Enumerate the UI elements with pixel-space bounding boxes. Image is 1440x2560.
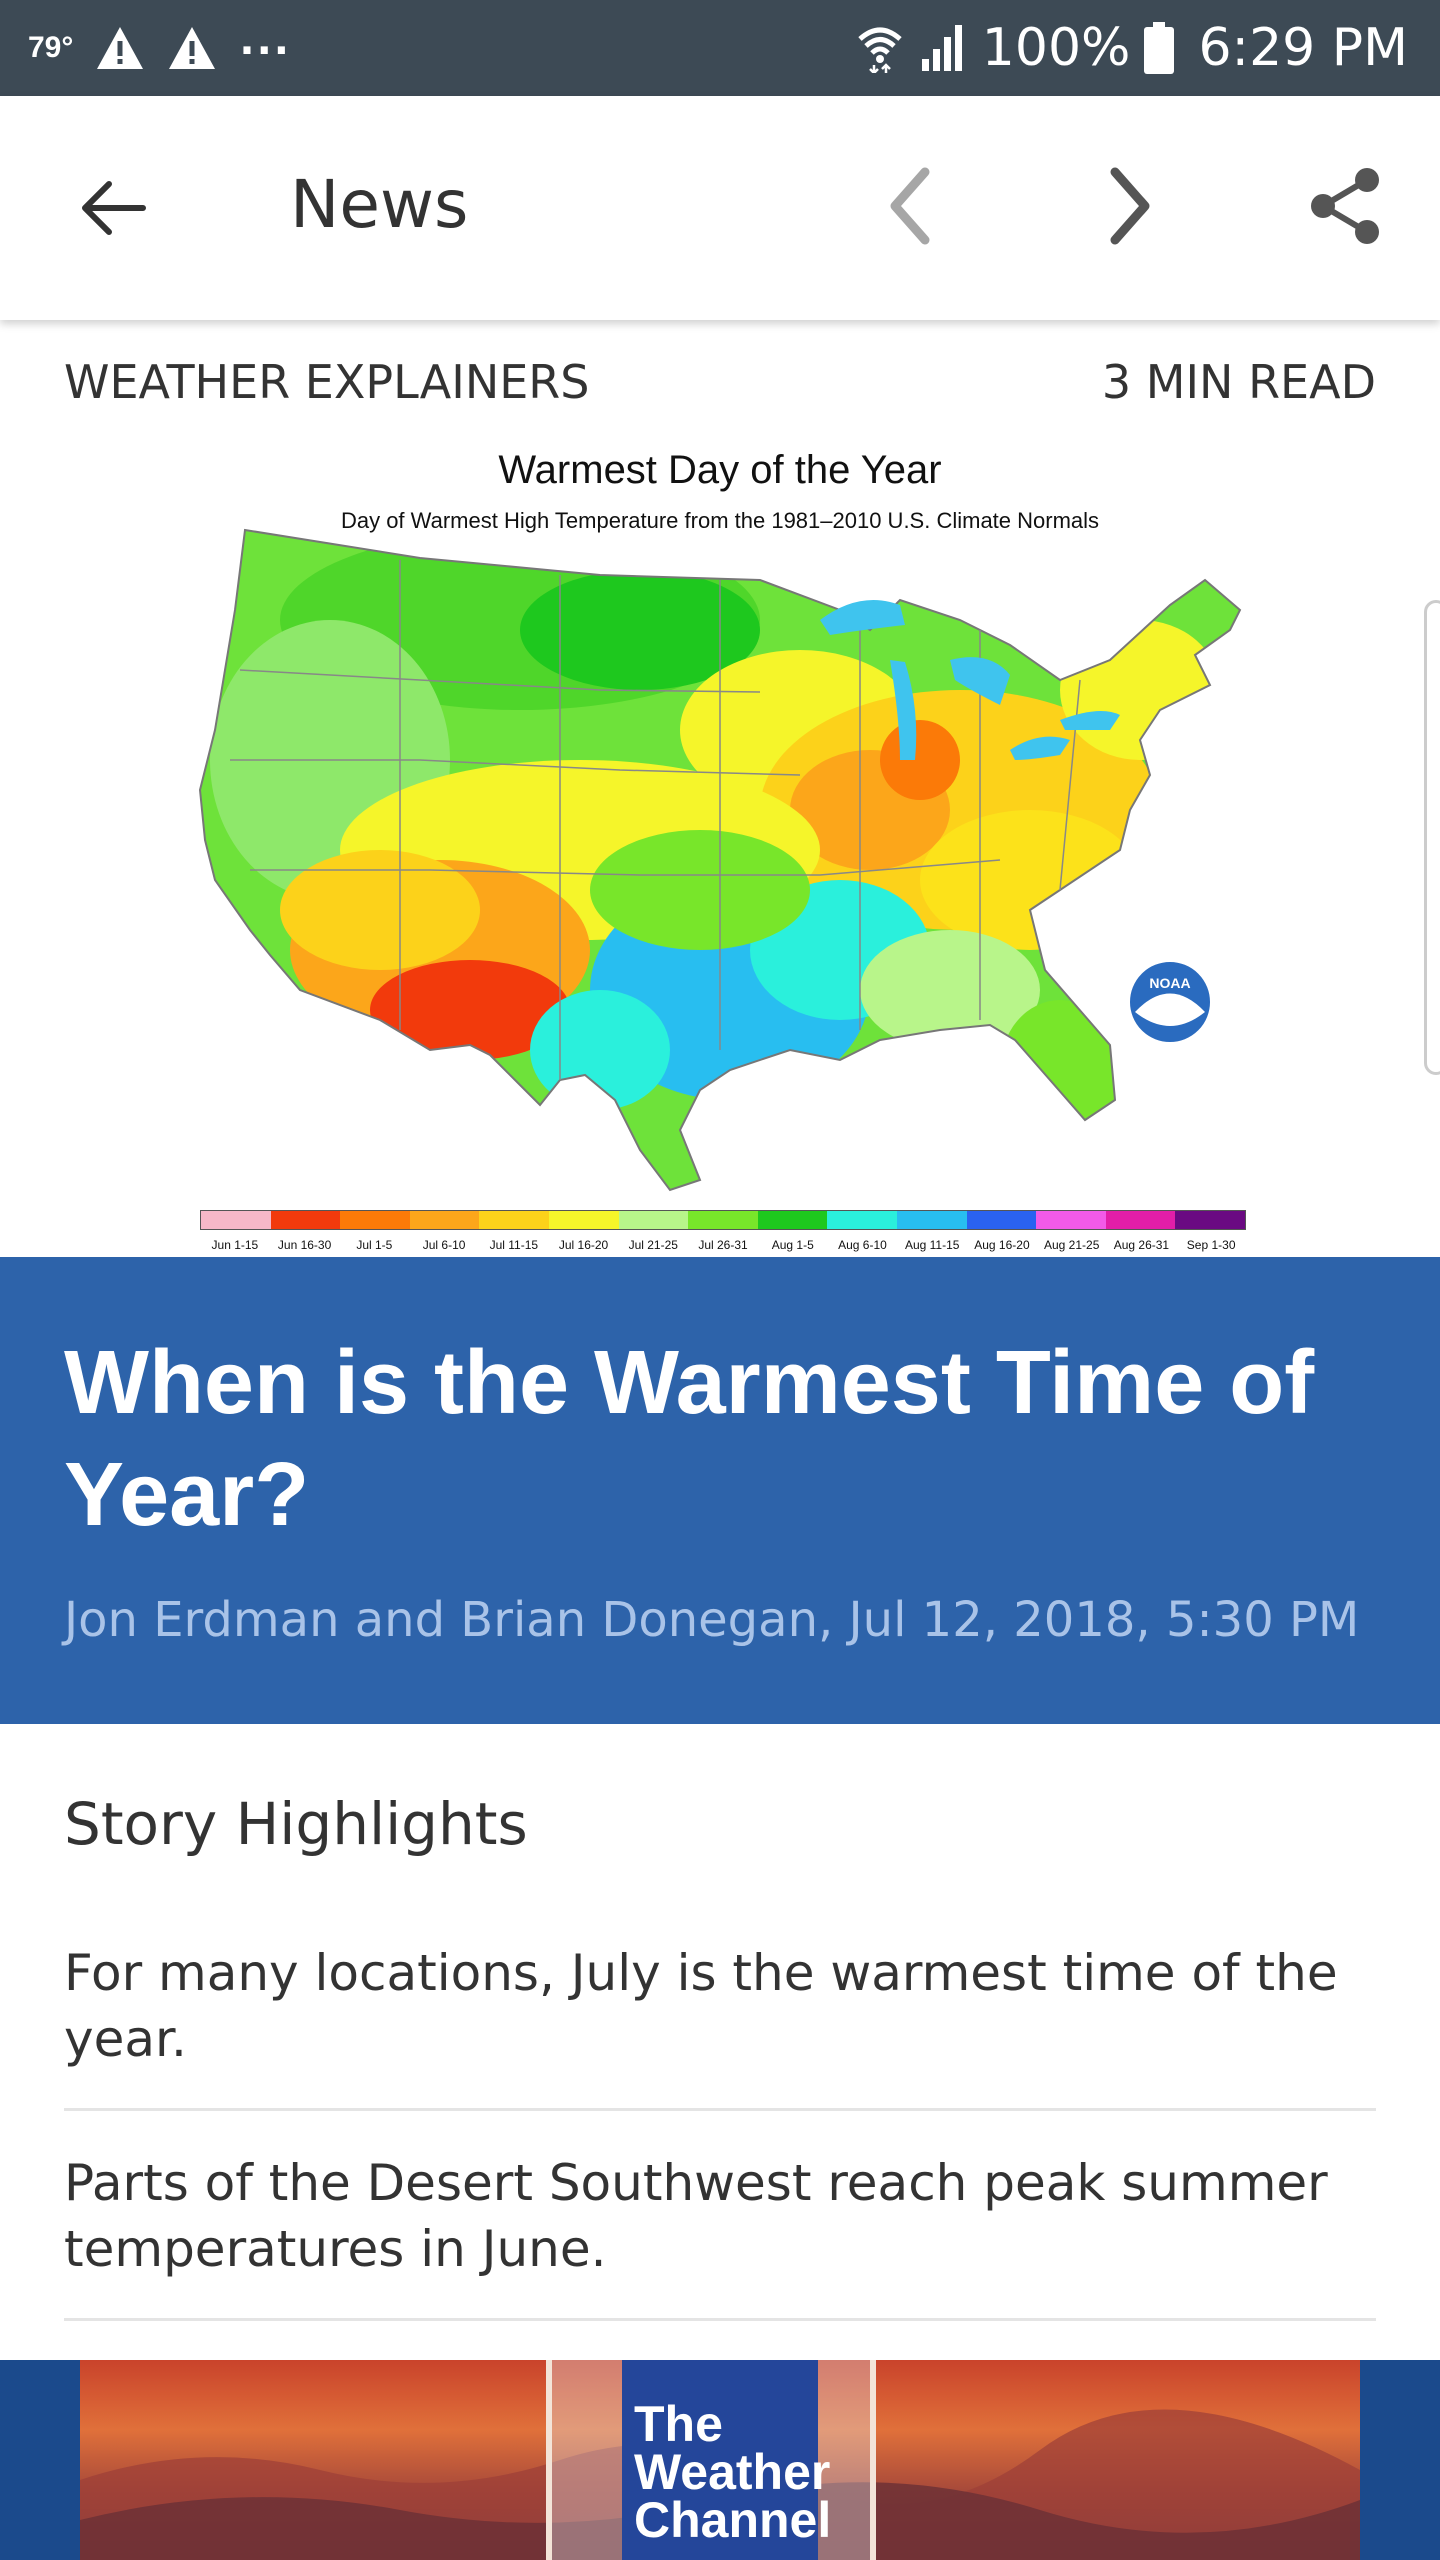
more-notifications-icon: ... <box>239 18 291 64</box>
legend-labels: Jun 1-15 Jun 16-30 Jul 1-5 Jul 6-10 Jul 11-1… <box>200 1238 1246 1252</box>
noaa-logo-text: NOAA <box>1149 975 1190 991</box>
article-meta: WEATHER EXPLAINERS 3 MIN READ <box>64 355 1376 415</box>
chevron-left-icon <box>890 167 930 245</box>
legend-label: Jun 16-30 <box>277 1238 332 1252</box>
legend-swatch <box>340 1211 410 1229</box>
legend-label: Jul 26-31 <box>698 1238 748 1252</box>
warning-icon <box>97 27 144 69</box>
battery-percent: 100% <box>981 18 1131 78</box>
status-left: 79° ... <box>28 0 291 96</box>
divider <box>64 2318 1376 2321</box>
back-arrow-icon <box>82 181 146 235</box>
legend-swatch <box>1105 1211 1176 1229</box>
legend-swatch <box>688 1211 758 1229</box>
signal-icon <box>921 25 962 71</box>
legend-swatch <box>201 1211 271 1229</box>
legend-swatch <box>1175 1211 1245 1229</box>
share-icon <box>1311 168 1379 244</box>
headline-block: When is the Warmest Time of Year? Jon Er… <box>0 1257 1440 1724</box>
story-highlights-heading: Story Highlights <box>64 1790 528 1858</box>
ad-banner[interactable]: The Weather Channel <box>0 2360 1440 2560</box>
page-title: News <box>290 166 469 243</box>
previous-article-button[interactable] <box>860 156 960 256</box>
legend-swatch <box>757 1211 828 1229</box>
legend-swatch <box>270 1211 341 1229</box>
map-legend: Jun 1-15 Jun 16-30 Jul 1-5 Jul 6-10 Jul 11-1… <box>200 1210 1246 1252</box>
read-time: 3 MIN READ <box>1101 355 1376 409</box>
warning-icon <box>169 27 216 69</box>
status-bar: 79° ... 100% 6:29 PM <box>0 0 1440 96</box>
highlight-item: For many locations, July is the warmest … <box>64 1944 1338 2068</box>
legend-label: Aug 21-25 <box>1043 1238 1100 1252</box>
legend-label: Sep 1-30 <box>1186 1238 1236 1252</box>
legend-label: Jul 6-10 <box>422 1238 466 1252</box>
legend-label: Aug 16-20 <box>974 1238 1030 1252</box>
divider <box>64 2108 1376 2111</box>
legend-label: Jul 1-5 <box>356 1238 393 1252</box>
legend-swatch <box>1036 1211 1106 1229</box>
article-headline: When is the Warmest Time of Year? <box>64 1333 1315 1545</box>
status-right: 100% 6:29 PM <box>856 0 1408 96</box>
legend-swatch <box>896 1211 967 1229</box>
highlight-item: Parts of the Desert Southwest reach peak… <box>64 2154 1328 2278</box>
battery-icon <box>1144 22 1175 74</box>
legend-label: Aug 6-10 <box>838 1238 887 1252</box>
legend-swatch <box>479 1211 549 1229</box>
share-button[interactable] <box>1290 156 1400 256</box>
legend-swatch <box>409 1211 480 1229</box>
us-climate-map: NOAA <box>198 528 1242 1192</box>
status-time: 6:29 PM <box>1198 18 1408 78</box>
legend-swatch <box>618 1211 689 1229</box>
legend-color-bar <box>200 1210 1246 1230</box>
article-hero-image[interactable]: Warmest Day of the Year Day of Warmest H… <box>0 430 1440 1257</box>
weather-channel-logo: The Weather Channel <box>622 2360 831 2560</box>
article-byline: Jon Erdman and Brian Donegan, Jul 12, 20… <box>64 1592 1360 1648</box>
legend-label: Jul 16-20 <box>558 1238 609 1252</box>
legend-label: Jul 11-15 <box>489 1238 539 1252</box>
chevron-right-icon <box>1110 167 1150 245</box>
next-article-button[interactable] <box>1080 156 1180 256</box>
legend-label: Jun 1-15 <box>211 1238 259 1252</box>
legend-swatch <box>827 1211 897 1229</box>
legend-label: Aug 1-5 <box>771 1238 814 1252</box>
legend-label: Jul 21-25 <box>628 1238 678 1252</box>
article-category: WEATHER EXPLAINERS <box>64 355 590 409</box>
back-button[interactable] <box>62 158 162 258</box>
legend-label: Aug 11-15 <box>904 1238 960 1252</box>
status-temperature: 79° <box>28 31 74 64</box>
legend-swatch <box>966 1211 1037 1229</box>
wifi-icon <box>858 27 902 73</box>
legend-swatch <box>548 1211 619 1229</box>
legend-label: Aug 26-31 <box>1113 1238 1170 1252</box>
scroll-handle[interactable] <box>1424 600 1440 1075</box>
app-bar: News <box>0 96 1440 320</box>
